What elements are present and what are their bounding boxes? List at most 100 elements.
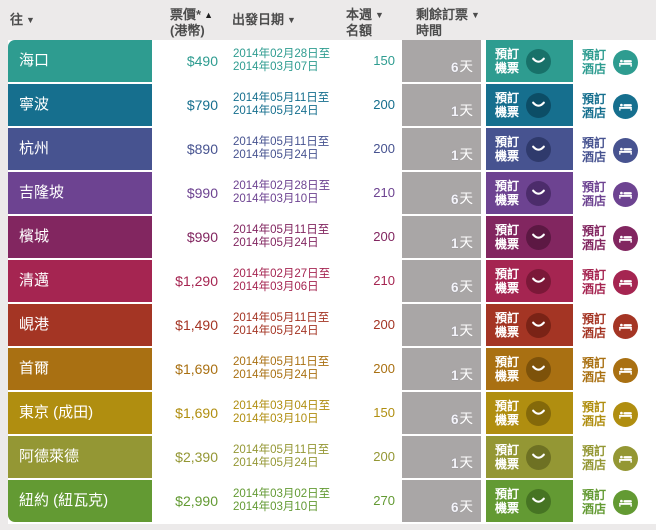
book-flight-button[interactable]: 預訂 機票 (486, 480, 573, 522)
book-flight-button[interactable]: 預訂 機票 (486, 216, 573, 258)
fare-table-row: 紐約 (紐瓦克) $2,990 2014年03月02日至 2014年03月10日… (8, 480, 656, 524)
book-hotel-button[interactable]: 預訂 酒店 (578, 40, 656, 84)
bed-icon (613, 445, 639, 471)
fare-cell: $890 (186, 141, 218, 157)
book-hotel-button[interactable]: 預訂 酒店 (578, 392, 656, 436)
time-remaining-cell: 6天 (402, 172, 481, 214)
days-remaining-value: 6 (450, 412, 459, 427)
sort-desc-icon: ▼ (26, 15, 35, 25)
days-unit: 天 (459, 499, 474, 514)
date-to: 2014年05月24日 (233, 369, 319, 381)
book-flight-label: 預訂 機票 (495, 355, 520, 383)
book-hotel-label: 預訂 酒店 (582, 180, 607, 208)
days-unit: 天 (459, 411, 474, 426)
departure-dates-cell: 2014年03月02日至 2014年03月10日 (224, 480, 342, 522)
fare-table-row: 阿德萊德 $2,390 2014年05月11日至 2014年05月24日 200… (8, 436, 656, 480)
days-unit: 天 (459, 455, 474, 470)
header-quota-label-2: 名額 (346, 23, 373, 38)
bed-icon (613, 357, 639, 383)
book-flight-button[interactable]: 預訂 機票 (486, 172, 573, 214)
book-flight-label: 預訂 機票 (495, 399, 520, 427)
days-remaining-value: 6 (450, 500, 459, 515)
header-quota-label-1: 本週 (346, 7, 373, 22)
header-fare[interactable]: 票價* ▲ (港幣) (170, 7, 213, 38)
fare-table-row: 寧波 $790 2014年05月11日至 2014年05月24日 200 1天 … (8, 84, 656, 128)
book-hotel-button[interactable]: 預訂 酒店 (578, 436, 656, 480)
date-from: 2014年02月28日至 (233, 179, 331, 192)
book-hotel-label: 預訂 酒店 (582, 400, 607, 428)
fare-table: 海口 $490 2014年02月28日至 2014年03月07日 150 6天 … (0, 40, 656, 524)
sort-desc-icon: ▼ (287, 15, 296, 25)
header-fare-currency: (港幣) (170, 23, 205, 38)
bed-icon (613, 181, 639, 207)
book-hotel-label: 預訂 酒店 (582, 92, 607, 120)
bed-icon (613, 401, 639, 427)
date-from: 2014年05月11日至 (233, 91, 330, 104)
fare-cell: $990 (186, 185, 218, 201)
sort-desc-icon: ▼ (471, 10, 480, 20)
destination-cell: 清邁 (8, 260, 152, 302)
destination-cell: 檳城 (8, 216, 152, 258)
fare-table-row: 首爾 $1,690 2014年05月11日至 2014年05月24日 200 1… (8, 348, 656, 392)
days-remaining-value: 6 (450, 60, 459, 75)
departure-dates-cell: 2014年02月28日至 2014年03月07日 (224, 40, 342, 82)
days-remaining-value: 6 (450, 280, 459, 295)
fare-table-row: 東京 (成田) $1,690 2014年03月04日至 2014年03月10日 … (8, 392, 656, 436)
header-destination-label: 往 (10, 12, 24, 27)
book-hotel-button[interactable]: 預訂 酒店 (578, 128, 656, 172)
destination-cell: 首爾 (8, 348, 152, 390)
brushwing-icon (526, 312, 552, 338)
header-destination[interactable]: 往 ▼ (10, 12, 35, 28)
book-flight-button[interactable]: 預訂 機票 (486, 436, 573, 478)
brushwing-icon (526, 356, 552, 382)
date-from: 2014年05月11日至 (233, 355, 330, 368)
book-hotel-button[interactable]: 預訂 酒店 (578, 348, 656, 392)
bed-icon (613, 93, 639, 119)
book-flight-label: 預訂 機票 (495, 443, 520, 471)
book-flight-button[interactable]: 預訂 機票 (486, 260, 573, 302)
weekly-quota-cell: 200 (373, 229, 395, 244)
book-flight-button[interactable]: 預訂 機票 (486, 84, 573, 126)
time-remaining-cell: 1天 (402, 216, 481, 258)
book-hotel-button[interactable]: 預訂 酒店 (578, 480, 656, 524)
days-unit: 天 (459, 367, 474, 382)
weekly-quota-cell: 150 (373, 53, 395, 68)
fare-table-row: 峴港 $1,490 2014年05月11日至 2014年05月24日 200 1… (8, 304, 656, 348)
header-departure-dates[interactable]: 出發日期 ▼ (232, 12, 296, 28)
header-time-remaining[interactable]: 剩餘訂票 ▼ 時間 (416, 7, 480, 38)
book-hotel-label: 預訂 酒店 (582, 312, 607, 340)
weekly-quota-cell: 200 (373, 141, 395, 156)
book-flight-button[interactable]: 預訂 機票 (486, 392, 573, 434)
book-hotel-button[interactable]: 預訂 酒店 (578, 304, 656, 348)
date-to: 2014年05月24日 (233, 457, 319, 469)
book-hotel-button[interactable]: 預訂 酒店 (578, 216, 656, 260)
book-hotel-label: 預訂 酒店 (582, 444, 607, 472)
fare-cell: $1,690 (175, 361, 218, 377)
book-hotel-label: 預訂 酒店 (582, 356, 607, 384)
book-flight-button[interactable]: 預訂 機票 (486, 304, 573, 346)
departure-dates-cell: 2014年05月11日至 2014年05月24日 (224, 128, 342, 170)
destination-cell: 紐約 (紐瓦克) (8, 480, 152, 522)
book-hotel-button[interactable]: 預訂 酒店 (578, 172, 656, 216)
destination-cell: 東京 (成田) (8, 392, 152, 434)
book-hotel-label: 預訂 酒店 (582, 268, 607, 296)
header-weekly-quota[interactable]: 本週 ▼ 名額 (346, 7, 384, 38)
bed-icon (613, 49, 639, 75)
time-remaining-cell: 1天 (402, 128, 481, 170)
time-remaining-cell: 6天 (402, 260, 481, 302)
book-flight-button[interactable]: 預訂 機票 (486, 128, 573, 170)
book-hotel-button[interactable]: 預訂 酒店 (578, 260, 656, 304)
book-hotel-label: 預訂 酒店 (582, 48, 607, 76)
book-hotel-button[interactable]: 預訂 酒店 (578, 84, 656, 128)
header-fare-label: 票價* (170, 7, 202, 22)
destination-cell: 寧波 (8, 84, 152, 126)
book-flight-button[interactable]: 預訂 機票 (486, 40, 573, 82)
brushwing-icon (526, 400, 552, 426)
book-flight-label: 預訂 機票 (495, 487, 520, 515)
fare-table-row: 清邁 $1,290 2014年02月27日至 2014年03月06日 210 6… (8, 260, 656, 304)
book-flight-button[interactable]: 預訂 機票 (486, 348, 573, 390)
date-to: 2014年05月24日 (233, 105, 319, 117)
date-to: 2014年03月07日 (233, 61, 319, 73)
time-remaining-cell: 6天 (402, 40, 481, 82)
date-from: 2014年05月11日至 (233, 443, 330, 456)
